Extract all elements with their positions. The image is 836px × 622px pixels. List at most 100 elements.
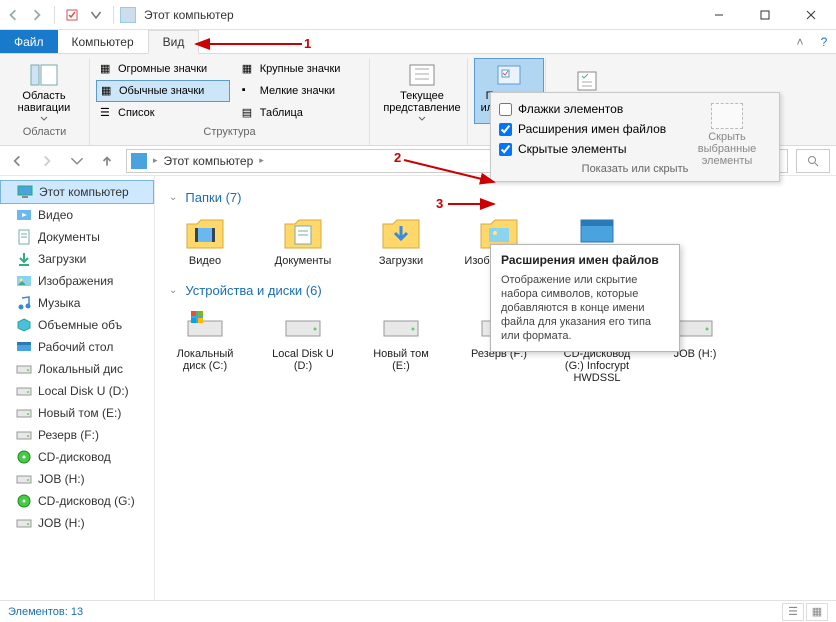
hide-selected-icon (711, 103, 743, 129)
qat-back-icon[interactable] (2, 4, 24, 26)
sidebar-item[interactable]: Музыка (0, 292, 154, 314)
annotation-2: 2 (394, 150, 401, 165)
layout-large[interactable]: ▦Крупные значки (238, 58, 363, 80)
sidebar-item-label: Этот компьютер (39, 185, 129, 199)
view-details-button[interactable]: ☰ (782, 603, 804, 621)
drive-item[interactable]: Новый том (E:) (365, 306, 437, 384)
layout-huge-icon: ▦ (100, 62, 114, 76)
sidebar-item-label: JOB (H:) (38, 516, 85, 530)
tab-file[interactable]: Файл (0, 30, 58, 53)
view-icons-button[interactable]: ▦ (806, 603, 828, 621)
layout-small[interactable]: ▪Мелкие значки (238, 80, 363, 102)
sidebar-item-label: Рабочий стол (38, 340, 113, 354)
window-title: Этот компьютер (136, 8, 234, 22)
layout-huge[interactable]: ▦Огромные значки (96, 58, 230, 80)
checkbox-hidden-items[interactable]: Скрытые элементы (499, 139, 669, 159)
layout-list[interactable]: ☰Список (96, 102, 230, 124)
layout-large-icon: ▦ (242, 62, 256, 76)
drive-icon (16, 427, 32, 443)
item-label: Документы (275, 255, 332, 267)
breadcrumb[interactable]: Этот компьютер (164, 154, 254, 168)
drive-icon (16, 515, 32, 531)
drive-item[interactable]: Local Disk U (D:) (267, 306, 339, 384)
drive-icon (380, 306, 422, 344)
layout-gallery[interactable]: ▦Огромные значки ▦Крупные значки ▦Обычны… (96, 58, 363, 124)
sidebar-item[interactable]: JOB (H:) (0, 468, 154, 490)
layout-table-icon: ▤ (242, 106, 256, 120)
cd-icon (16, 449, 32, 465)
qat-forward-icon[interactable] (26, 4, 48, 26)
annotation-3: 3 (436, 196, 443, 211)
sidebar-item-label: CD-дисковод (38, 450, 111, 464)
tab-view[interactable]: Вид (148, 30, 200, 54)
sidebar-item[interactable]: Загрузки (0, 248, 154, 270)
video-icon (16, 207, 32, 223)
tab-computer[interactable]: Компьютер (58, 30, 148, 53)
title-bar: Этот компьютер (0, 0, 836, 30)
checkbox-flags[interactable] (499, 103, 512, 116)
sidebar-item[interactable]: Этот компьютер (0, 180, 154, 204)
layout-table[interactable]: ▤Таблица (238, 102, 363, 124)
drive-icon (282, 306, 324, 344)
item-label: Новый том (E:) (365, 348, 437, 372)
sidebar-item[interactable]: Объемные объ (0, 314, 154, 336)
sidebar-item[interactable]: Локальный дис (0, 358, 154, 380)
sidebar-item-label: Загрузки (38, 252, 86, 266)
layout-normal[interactable]: ▦Обычные значки (96, 80, 230, 102)
group-areas-label: Области (6, 124, 83, 140)
3d-icon (16, 317, 32, 333)
chevron-down-icon: ⌄ (169, 192, 177, 203)
help-icon[interactable]: ? (812, 30, 836, 53)
video-icon (184, 213, 226, 251)
qat-dropdown-icon[interactable] (85, 4, 107, 26)
current-view-button[interactable]: Текущее представление (376, 58, 468, 124)
sidebar-item[interactable]: CD-дисковод (G:) (0, 490, 154, 512)
sidebar-item-label: Объемные объ (38, 318, 122, 332)
search-box[interactable] (796, 149, 830, 173)
sidebar-item[interactable]: Резерв (F:) (0, 424, 154, 446)
folders-header[interactable]: ⌄ Папки (7) (169, 190, 822, 205)
nav-recent-button[interactable] (66, 150, 88, 172)
sidebar-item[interactable]: CD-дисковод (0, 446, 154, 468)
drive-icon (16, 471, 32, 487)
show-hide-icon (494, 62, 524, 88)
sidebar-item-label: Видео (38, 208, 73, 222)
sidebar-item[interactable]: Изображения (0, 270, 154, 292)
checkbox-extensions[interactable] (499, 123, 512, 136)
hide-selected-button[interactable]: Скрыть выбранные элементы (683, 103, 771, 167)
chevron-right-icon[interactable]: ▸ (259, 155, 264, 166)
pc-icon (17, 184, 33, 200)
close-button[interactable] (788, 0, 834, 30)
nav-pane-icon (29, 62, 59, 88)
current-view-icon (407, 62, 437, 88)
nav-up-button[interactable] (96, 150, 118, 172)
status-bar: Элементов: 13 ☰ ▦ (0, 600, 836, 622)
folder-item[interactable]: Видео (169, 213, 241, 267)
sidebar-item[interactable]: Документы (0, 226, 154, 248)
folder-item[interactable]: Загрузки (365, 213, 437, 267)
checkbox-item-flags[interactable]: Флажки элементов (499, 99, 669, 119)
sidebar-item[interactable]: Видео (0, 204, 154, 226)
content-area[interactable]: ⌄ Папки (7) ВидеоДокументыЗагрузкиИзобра… (155, 176, 836, 600)
quick-access-toolbar (2, 4, 136, 26)
checkbox-hidden[interactable] (499, 143, 512, 156)
drive-win-icon (184, 306, 226, 344)
nav-back-button[interactable] (6, 150, 28, 172)
folder-item[interactable]: Документы (267, 213, 339, 267)
sidebar-item[interactable]: JOB (H:) (0, 512, 154, 534)
item-label: Видео (189, 255, 221, 267)
down-icon (380, 213, 422, 251)
ribbon-collapse-icon[interactable]: ˄ (788, 30, 812, 53)
nav-pane-button[interactable]: Область навигации (6, 58, 82, 124)
maximize-button[interactable] (742, 0, 788, 30)
tooltip-body: Отображение или скрытие набора символов,… (501, 273, 669, 343)
music-icon (16, 295, 32, 311)
checkbox-file-extensions[interactable]: Расширения имен файлов (499, 119, 669, 139)
sidebar-item[interactable]: Рабочий стол (0, 336, 154, 358)
minimize-button[interactable] (696, 0, 742, 30)
nav-forward-button[interactable] (36, 150, 58, 172)
sidebar-item[interactable]: Новый том (E:) (0, 402, 154, 424)
sidebar-item[interactable]: Local Disk U (D:) (0, 380, 154, 402)
drive-item[interactable]: Локальный диск (C:) (169, 306, 241, 384)
qat-properties-icon[interactable] (61, 4, 83, 26)
